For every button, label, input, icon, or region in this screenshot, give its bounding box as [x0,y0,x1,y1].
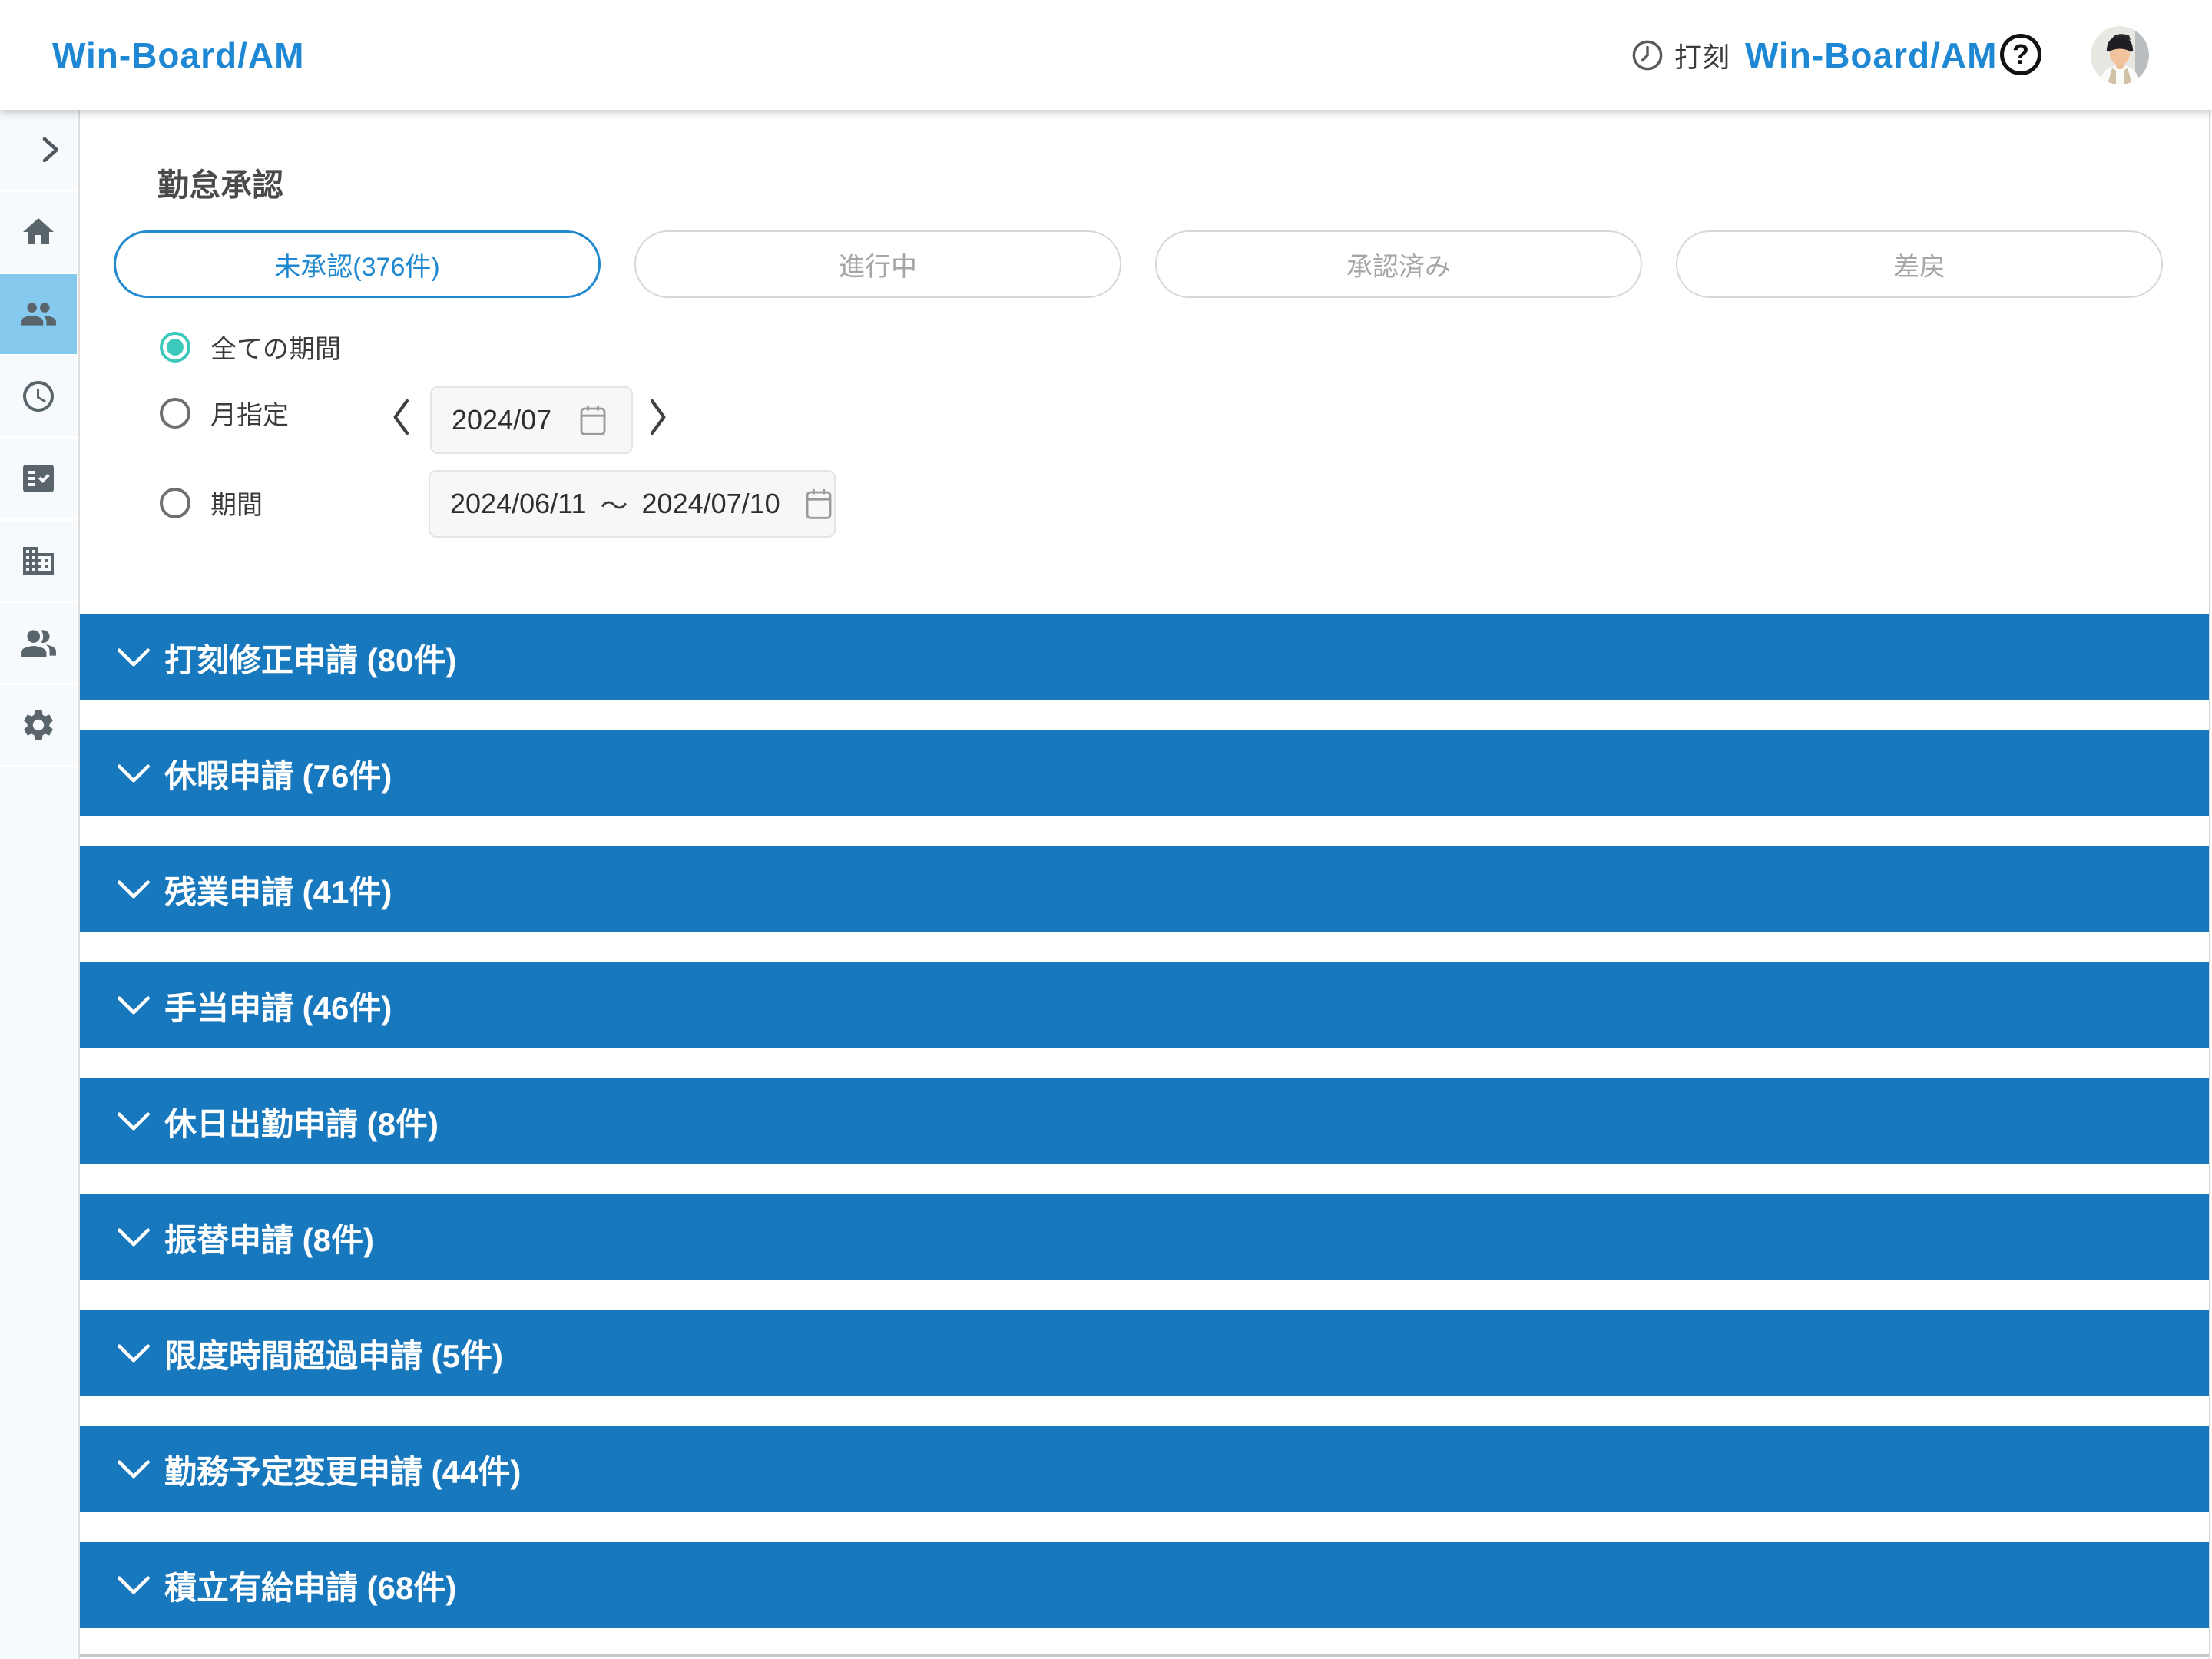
section-header-stamp-correction[interactable]: 打刻修正申請 (80件) [80,614,2209,700]
sidebar-item-home[interactable] [0,192,77,274]
top-header: Win-Board/AM 打刻 Win-Board/AM ? [0,0,2212,110]
section-label: 休日出勤申請 (8件) [164,1105,439,1142]
section-header-allowance[interactable]: 手当申請 (46件) [80,962,2209,1048]
radio-unselected-icon [160,487,190,518]
chevron-down-icon [115,876,152,902]
sidebar-item-schedule[interactable] [0,356,77,439]
chevron-down-icon [115,1456,152,1482]
section-header-substitute[interactable]: 振替申請 (8件) [80,1194,2209,1280]
clock-icon [20,378,57,415]
bottom-divider [80,1654,2209,1657]
range-picker[interactable]: 2024/06/11 ～ 2024/07/10 [429,470,836,538]
sidebar-item-expand[interactable] [0,110,77,192]
prev-month-button[interactable] [386,396,417,439]
status-tabs: 未承認(376件) 進行中 承認済み 差戻 [114,230,2163,298]
chevron-right-icon [34,134,66,166]
month-value: 2024/07 [452,404,552,435]
chevron-down-icon [115,644,152,671]
sidebar-item-members[interactable] [0,603,77,685]
range-end-value: 2024/07/10 [641,488,780,519]
radio-all-period[interactable]: 全ての期間 [160,328,341,366]
product-title: Win-Board/AM [1745,35,1998,75]
radio-selected-icon [160,331,190,363]
section-header-limit-excess[interactable]: 限度時間超過申請 (5件) [80,1310,2209,1396]
month-picker[interactable]: 2024/07 [430,386,633,454]
sidebar-item-settings[interactable] [0,685,77,767]
sidebar-item-company[interactable] [0,521,77,603]
section-label: 休暇申請 (76件) [164,757,392,794]
section-label: 打刻修正申請 (80件) [164,641,457,678]
gear-icon [20,707,57,743]
radio-unselected-icon [160,397,190,429]
checklist-icon [20,460,57,497]
tab-unapproved[interactable]: 未承認(376件) [114,230,601,298]
punch-label: 打刻 [1674,41,1730,73]
section-header-schedule-change[interactable]: 勤務予定変更申請 (44件) [80,1426,2209,1512]
people-icon [19,295,58,333]
punch-button[interactable]: 打刻 [1630,0,1730,110]
chevron-down-icon [115,1108,152,1134]
section-header-holiday-work[interactable]: 休日出勤申請 (8件) [80,1078,2209,1164]
section-header-vacation[interactable]: 休暇申請 (76件) [80,730,2209,816]
section-label: 限度時間超過申請 (5件) [164,1337,504,1374]
section-label: 残業申請 (41件) [164,873,392,910]
sidebar-item-requests[interactable] [0,439,77,521]
chevron-down-icon [115,1340,152,1366]
section-header-accumulated-leave[interactable]: 積立有給申請 (68件) [80,1542,2209,1628]
chevron-down-icon [115,992,152,1018]
section-label: 振替申請 (8件) [164,1221,375,1258]
calendar-icon [578,402,608,439]
radio-range-label: 期間 [210,491,263,520]
calendar-icon [803,485,834,522]
chevron-down-icon [115,760,152,786]
tab-returned[interactable]: 差戻 [1676,230,2163,298]
chevron-down-icon [115,1224,152,1250]
tab-in-progress[interactable]: 進行中 [634,230,1121,298]
logo-link[interactable]: Win-Board/AM [52,0,304,110]
chevron-down-icon [115,1572,152,1598]
main-content: 勤怠承認 未承認(376件) 進行中 承認済み 差戻 全ての期間 月指定 202… [78,110,2210,1659]
section-label: 手当申請 (46件) [164,989,392,1026]
clock-punch-icon [1630,38,1665,73]
sidebar-item-approvals[interactable] [0,274,77,356]
request-sections: 打刻修正申請 (80件) 休暇申請 (76件) 残業申請 (41件) 手当申請 … [80,614,2209,1658]
range-separator: ～ [600,490,628,522]
section-label: 勤務予定変更申請 (44件) [164,1453,522,1490]
building-icon [20,542,57,579]
radio-range[interactable]: 期間 [160,484,263,522]
help-button[interactable]: ? [2000,34,2041,75]
app-root: Win-Board/AM 打刻 Win-Board/AM ? 勤怠承認 未承認(… [0,0,2212,1659]
section-header-overtime[interactable]: 残業申請 (41件) [80,846,2209,932]
radio-month[interactable]: 月指定 [160,394,289,432]
radio-month-label: 月指定 [210,401,289,430]
people-alt-icon [19,624,58,662]
sidebar-nav [0,110,77,1659]
tab-approved[interactable]: 承認済み [1155,230,1642,298]
section-label: 積立有給申請 (68件) [164,1569,457,1606]
range-start-value: 2024/06/11 [450,488,587,519]
home-icon [20,214,57,250]
user-avatar[interactable] [2091,26,2149,84]
radio-all-period-label: 全ての期間 [210,335,341,364]
next-month-button[interactable] [642,396,673,439]
page-title: 勤怠承認 [157,167,283,203]
